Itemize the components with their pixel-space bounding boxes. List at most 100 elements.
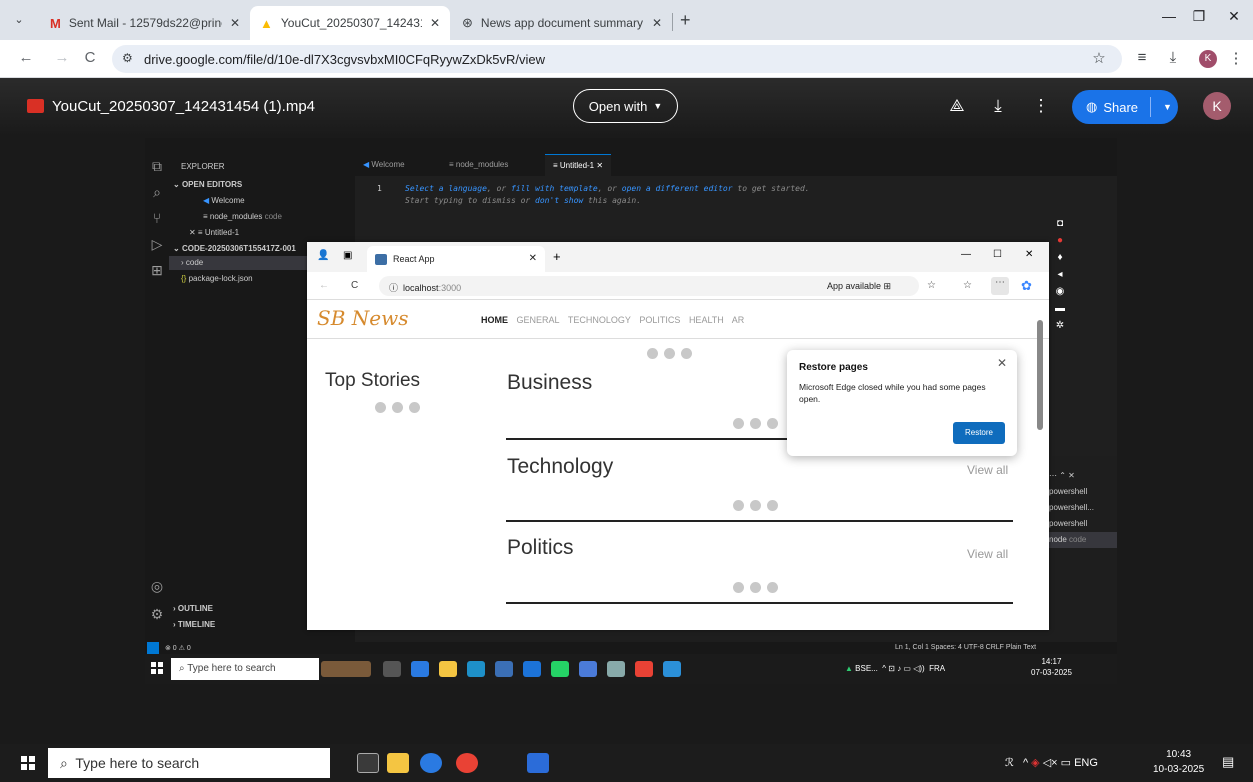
page-scrollbar	[1037, 300, 1043, 630]
close-icon[interactable]: ✕	[230, 16, 240, 30]
windows-start-icon[interactable]	[21, 756, 35, 770]
fill-template-link: fill with template	[510, 184, 598, 193]
back-icon[interactable]: ←	[16, 49, 36, 66]
loading-dots	[733, 500, 778, 511]
terminal-list: ⋯ ⌃ ✕ powershell powershell... powershel…	[1045, 468, 1117, 548]
line-number: 1	[377, 184, 382, 193]
system-tray[interactable]: ℛ ^ ◈ ◁× ▭ ENG	[1005, 756, 1098, 769]
cursor-position: Ln 1, Col 1 Spaces: 4 UTF-8 CRLF Plain T…	[895, 644, 1037, 651]
taskbar-clock[interactable]: 10:43 10-03-2025	[1153, 747, 1204, 777]
info-icon: ⓘ	[389, 283, 399, 293]
nav-general: GENERAL	[516, 315, 560, 325]
settings-gear-icon: ⚙	[150, 606, 164, 622]
bookmark-star-icon[interactable]: ☆	[1089, 49, 1109, 67]
add-shortcut-icon[interactable]: ⟁	[946, 96, 968, 116]
chatgpt-icon: ⊛	[462, 15, 473, 30]
nav-home: HOME	[481, 315, 508, 325]
chrome-menu-icon[interactable]: ⋮	[1226, 49, 1246, 67]
share-caret-icon[interactable]: ▼	[1163, 102, 1172, 112]
dont-show-link: don't show	[535, 196, 584, 205]
outlook-icon	[523, 661, 541, 677]
settings-more-icon: ⋯	[991, 277, 1009, 295]
new-tab-icon[interactable]: +	[680, 10, 691, 31]
address-bar[interactable]: ⚙ drive.google.com/file/d/10e-dl7X3cgvsv…	[112, 45, 1122, 73]
section-title-technology: Technology	[507, 455, 614, 478]
download-icon[interactable]: ⤓	[987, 96, 1009, 116]
forward-icon[interactable]: →	[52, 49, 72, 66]
close-icon: ✕	[996, 356, 1007, 370]
video-player[interactable]: ⧉ ⌕ ⑂ ▷ ⊞ ◎ ⚙ EXPLORER ⌄ OPEN EDITORS ◀ …	[145, 138, 1117, 684]
chrome-taskbar-icon	[635, 661, 653, 677]
react-news-page: SB News HOME GENERAL TECHNOLOGY POLITICS…	[307, 300, 1049, 630]
video-file-icon	[27, 99, 44, 113]
section-title-politics: Politics	[507, 536, 574, 559]
share-button[interactable]: ◍ Share ▼	[1072, 90, 1178, 124]
notifications-icon[interactable]: ▤	[1222, 754, 1234, 770]
browser-toolbar: ← → C ⚙ drive.google.com/file/d/10e-dl7X…	[0, 40, 1253, 78]
language-indicator: ENG	[1074, 757, 1098, 769]
edge-tab-react-app: React App ✕	[367, 246, 545, 272]
restore-body: Microsoft Edge closed while you had some…	[799, 382, 986, 404]
reading-list-icon[interactable]: ≡	[1132, 49, 1152, 66]
recorded-date: 07-03-2025	[1031, 668, 1072, 677]
file-explorer-icon[interactable]	[387, 753, 409, 773]
url-text[interactable]: drive.google.com/file/d/10e-dl7X3cgvsvbx…	[144, 52, 545, 67]
open-editor-label: Welcome	[211, 196, 245, 205]
file-name: YouCut_20250307_142431454 (1).mp4	[52, 98, 316, 115]
tab-news-summary[interactable]: ⊛ News app document summary ✕	[452, 6, 672, 40]
tab-gmail[interactable]: M Sent Mail - 12579ds22@princet ✕	[40, 6, 250, 40]
stock-label: BSE...	[855, 664, 878, 673]
google-drive-icon: ▲	[260, 15, 273, 31]
close-window-icon: ✕	[1025, 249, 1034, 260]
edge-icon[interactable]	[420, 753, 442, 773]
account-avatar[interactable]: K	[1203, 92, 1231, 120]
taskbar-banner-image	[321, 661, 371, 677]
edge-window: 👤 ▣ React App ✕ + — ☐ ✕ ← C ⓘ localhost:…	[307, 242, 1049, 630]
open-with-button[interactable]: Open with ▼	[573, 89, 678, 123]
nav-divider	[307, 338, 1049, 339]
hint-text: , or	[597, 184, 622, 193]
reload-icon[interactable]: C	[80, 49, 100, 66]
file-explorer-icon	[439, 661, 457, 677]
chrome-icon[interactable]	[456, 753, 478, 773]
restore-window-icon[interactable]: ❐	[1184, 8, 1214, 25]
restore-button: Restore	[953, 422, 1005, 444]
tab-search-chevron-icon[interactable]: ⌄	[8, 10, 30, 30]
terminal-item-suffix: code	[1069, 535, 1087, 544]
view-all-technology: View all	[967, 463, 1009, 477]
url-port: :3000	[438, 283, 462, 293]
open-editor-link: open a different editor	[621, 184, 733, 193]
close-icon[interactable]: ✕	[652, 16, 662, 30]
gmail-icon: M	[50, 15, 61, 31]
copilot-taskbar-icon	[411, 661, 429, 677]
tab-separator	[672, 13, 673, 31]
nav-politics: POLITICS	[639, 315, 681, 325]
more-actions-icon[interactable]: ⋮	[1030, 96, 1052, 116]
run-debug-icon: ▷	[151, 236, 163, 252]
minimize-icon[interactable]: —	[1154, 8, 1184, 24]
edge-address-row: ← C ⓘ localhost:3000 App available ⊞ ☆ ☆…	[307, 272, 1049, 300]
tab-drive-video[interactable]: ▲ YouCut_20250307_142431454 ( ✕	[250, 6, 450, 40]
share-label: Share	[1103, 99, 1139, 115]
profile-avatar[interactable]: K	[1199, 50, 1217, 68]
vscode-tab-welcome: ◀ Welcome	[355, 154, 413, 176]
maximize-icon: ☐	[993, 249, 1002, 260]
photos-icon[interactable]	[527, 753, 549, 773]
app-available-label: App available ⊞	[827, 281, 892, 291]
terminal-item-node: node code	[1045, 532, 1117, 548]
taskbar-search[interactable]: ⌕ Type here to search	[48, 748, 330, 778]
outline-label: OUTLINE	[177, 604, 213, 613]
recorded-search-box: ⌕ Type here to search	[171, 658, 319, 680]
webcam-icon: ◉	[1055, 286, 1065, 297]
terminal-item: powershell	[1049, 519, 1088, 528]
site-settings-icon[interactable]: ⚙	[122, 51, 133, 65]
task-view-icon[interactable]	[357, 753, 379, 773]
search-icon: ⌕	[153, 184, 161, 200]
close-icon[interactable]: ✕	[430, 16, 440, 30]
copilot-icon: ✿	[1021, 278, 1032, 293]
close-window-icon[interactable]: ✕	[1219, 8, 1249, 25]
vscode-icon: ◀	[203, 196, 210, 205]
section-divider	[506, 520, 1013, 522]
vscode-tab-label: node_modules	[455, 160, 509, 169]
downloads-icon[interactable]: ⤓	[1163, 49, 1183, 66]
